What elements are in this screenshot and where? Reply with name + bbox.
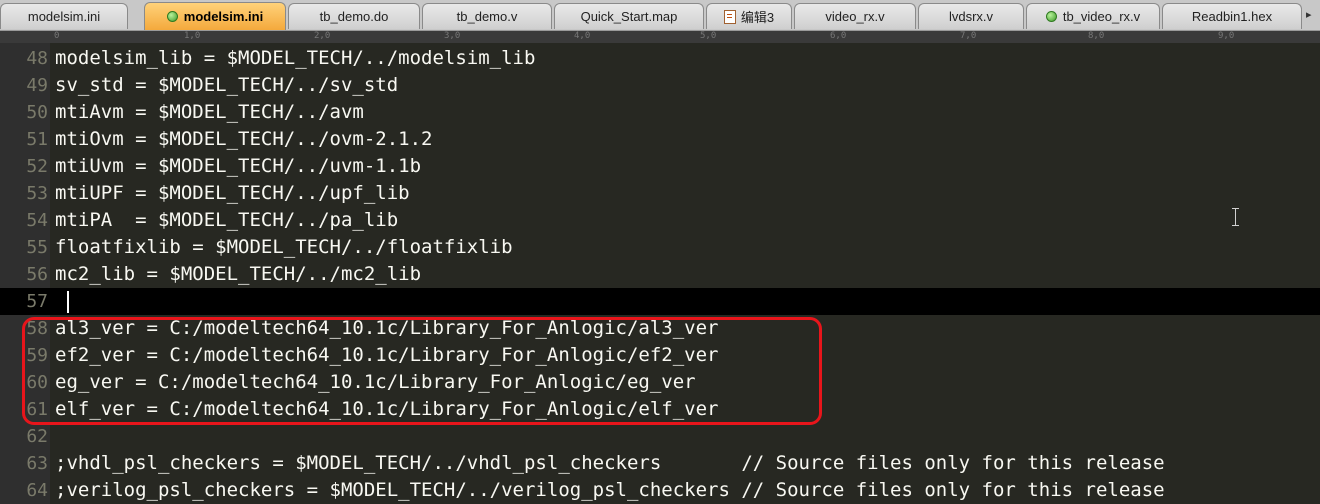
tab-label: lvdsrx.v xyxy=(948,9,994,24)
tab-tb-video-rx-v[interactable]: tb_video_rx.v xyxy=(1026,3,1160,29)
line-text: mtiUPF = $MODEL_TECH/../upf_lib xyxy=(55,182,410,204)
code-line[interactable]: 62 xyxy=(0,423,1320,450)
current-line[interactable]: 57 xyxy=(0,288,1320,315)
tab-readbin1-hex[interactable]: Readbin1.hex xyxy=(1162,3,1302,29)
tab-label: modelsim.ini xyxy=(183,9,264,24)
code-line[interactable]: 48 modelsim_lib = $MODEL_TECH/../modelsim… xyxy=(0,45,1320,72)
tab-label: video_rx.v xyxy=(825,9,885,24)
line-number: 51 xyxy=(26,129,48,150)
red-highlight-box xyxy=(22,317,822,425)
line-number: 57 xyxy=(26,291,48,312)
tab-label: modelsim.ini xyxy=(27,9,101,24)
ruler-mark: 9,0 xyxy=(1218,31,1235,41)
code-line[interactable]: 49 sv_std = $MODEL_TECH/../sv_std xyxy=(0,72,1320,99)
line-text: mtiAvm = $MODEL_TECH/../avm xyxy=(55,101,364,123)
code-line[interactable]: 50 mtiAvm = $MODEL_TECH/../avm xyxy=(0,99,1320,126)
ruler-mark: 6,0 xyxy=(830,31,847,41)
line-number: 54 xyxy=(26,210,48,231)
code-line[interactable]: 64 ;verilog_psl_checkers = $MODEL_TECH/..… xyxy=(0,477,1320,504)
line-number: 56 xyxy=(26,264,48,285)
line-number: 55 xyxy=(26,237,48,258)
code-line[interactable]: 53 mtiUPF = $MODEL_TECH/../upf_lib xyxy=(0,180,1320,207)
ruler-mark: 3,0 xyxy=(444,31,461,41)
ruler-mark: 1,0 xyxy=(184,31,201,41)
line-number: 62 xyxy=(26,426,48,447)
ruler-mark: 0 xyxy=(54,31,60,41)
line-number: 52 xyxy=(26,156,48,177)
line-text: sv_std = $MODEL_TECH/../sv_std xyxy=(55,74,399,96)
tab-label: Quick_Start.map xyxy=(580,9,678,24)
tab-label: 编辑3 xyxy=(740,10,775,25)
ruler-mark: 2,0 xyxy=(314,31,331,41)
line-text: mtiPA = $MODEL_TECH/../pa_lib xyxy=(55,209,399,231)
line-number: 63 xyxy=(26,453,48,474)
tab-bar: modelsim.ini modelsim.ini tb_demo.do tb_… xyxy=(0,0,1320,31)
tab-label: tb_video_rx.v xyxy=(1062,9,1141,24)
code-line[interactable]: 55 floatfixlib = $MODEL_TECH/../floatfixl… xyxy=(0,234,1320,261)
line-number: 48 xyxy=(26,48,48,69)
line-number: 64 xyxy=(26,480,48,501)
line-number: 49 xyxy=(26,75,48,96)
tab-scroll-right-icon[interactable]: ▸ xyxy=(1306,8,1316,22)
modified-dot-icon xyxy=(166,11,178,22)
tab-tb-demo-do[interactable]: tb_demo.do xyxy=(288,3,420,29)
tab-modelsim-ini-1[interactable]: modelsim.ini xyxy=(0,3,128,29)
code-line[interactable]: 63 ;vhdl_psl_checkers = $MODEL_TECH/../vh… xyxy=(0,450,1320,477)
line-text: ;vhdl_psl_checkers = $MODEL_TECH/../vhdl… xyxy=(55,452,1165,474)
tab-quick-start-map[interactable]: Quick_Start.map xyxy=(554,3,704,29)
tab-label: Readbin1.hex xyxy=(1191,9,1273,24)
code-editor[interactable]: 48 modelsim_lib = $MODEL_TECH/../modelsim… xyxy=(0,43,1320,504)
line-text: mtiOvm = $MODEL_TECH/../ovm-2.1.2 xyxy=(55,128,433,150)
document-icon xyxy=(723,9,736,24)
tab-edit3[interactable]: 编辑3 xyxy=(706,3,792,29)
line-number: 53 xyxy=(26,183,48,204)
text-caret xyxy=(67,291,69,313)
ibeam-cursor-icon xyxy=(1231,208,1240,226)
code-line[interactable]: 56 mc2_lib = $MODEL_TECH/../mc2_lib xyxy=(0,261,1320,288)
tab-label: tb_demo.v xyxy=(456,9,518,24)
line-text: mc2_lib = $MODEL_TECH/../mc2_lib xyxy=(55,263,422,285)
ruler-mark: 4,0 xyxy=(574,31,591,41)
tab-label: tb_demo.do xyxy=(319,9,389,24)
code-line[interactable]: 51 mtiOvm = $MODEL_TECH/../ovm-2.1.2 xyxy=(0,126,1320,153)
ruler-mark: 5,0 xyxy=(700,31,717,41)
ruler-mark: 8,0 xyxy=(1088,31,1105,41)
tab-lvdsrx-v[interactable]: lvdsrx.v xyxy=(918,3,1024,29)
modified-dot-icon xyxy=(1045,11,1057,22)
tab-video-rx-v[interactable]: video_rx.v xyxy=(794,3,916,29)
line-text: modelsim_lib = $MODEL_TECH/../modelsim_l… xyxy=(55,47,536,69)
code-line[interactable]: 52 mtiUvm = $MODEL_TECH/../uvm-1.1b xyxy=(0,153,1320,180)
line-text: ;verilog_psl_checkers = $MODEL_TECH/../v… xyxy=(55,479,1165,501)
tab-tb-demo-v[interactable]: tb_demo.v xyxy=(422,3,552,29)
column-ruler: 0 1,0 2,0 3,0 4,0 5,0 6,0 7,0 8,0 9,0 xyxy=(0,31,1320,43)
ruler-mark: 7,0 xyxy=(960,31,977,41)
line-text: mtiUvm = $MODEL_TECH/../uvm-1.1b xyxy=(55,155,422,177)
tab-modelsim-ini-active[interactable]: modelsim.ini xyxy=(144,2,286,30)
line-number: 50 xyxy=(26,102,48,123)
code-line[interactable]: 54 mtiPA = $MODEL_TECH/../pa_lib xyxy=(0,207,1320,234)
line-text: floatfixlib = $MODEL_TECH/../floatfixlib xyxy=(55,236,513,258)
